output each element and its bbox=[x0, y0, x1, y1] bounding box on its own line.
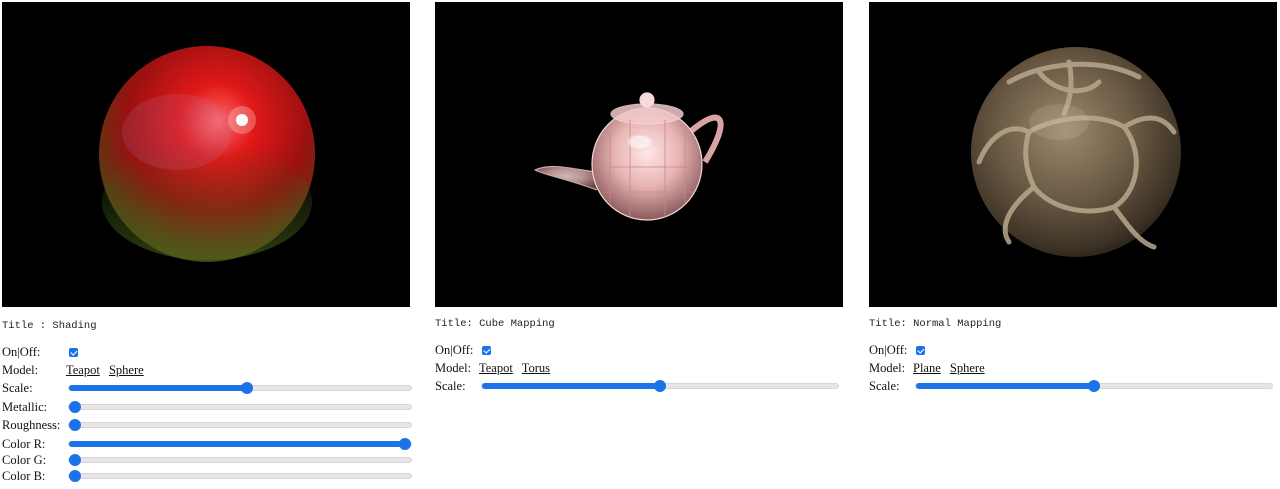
model-links: Plane Sphere bbox=[913, 359, 991, 377]
model-link-sphere[interactable]: Sphere bbox=[950, 361, 985, 375]
slider-thumb[interactable] bbox=[69, 419, 81, 431]
slider-thumb[interactable] bbox=[69, 454, 81, 466]
onoff-checkbox[interactable] bbox=[482, 346, 491, 355]
scale-row: Scale: bbox=[2, 379, 412, 397]
slider-thumb[interactable] bbox=[69, 470, 81, 482]
onoff-row: On|Off: bbox=[2, 343, 412, 361]
color-b-row: Color B: bbox=[2, 467, 412, 485]
color-b-slider[interactable] bbox=[68, 470, 412, 482]
slider-fill bbox=[69, 385, 247, 391]
scale-label: Scale: bbox=[2, 381, 33, 395]
metallic-row: Metallic: bbox=[2, 398, 412, 416]
scale-label: Scale: bbox=[435, 379, 466, 393]
slider-thumb[interactable] bbox=[654, 380, 666, 392]
color-g-slider[interactable] bbox=[68, 454, 412, 466]
metallic-slider[interactable] bbox=[68, 401, 412, 413]
onoff-checkbox[interactable] bbox=[69, 348, 78, 357]
model-row: Model: Teapot Torus bbox=[435, 359, 845, 377]
panel-title: Title : Shading bbox=[2, 320, 97, 332]
slider-thumb[interactable] bbox=[69, 401, 81, 413]
slider-fill bbox=[482, 383, 660, 389]
onoff-row: On|Off: bbox=[869, 341, 1279, 359]
scale-slider[interactable] bbox=[915, 380, 1273, 392]
panel-title: Title: Cube Mapping bbox=[435, 318, 555, 330]
model-link-teapot[interactable]: Teapot bbox=[66, 363, 100, 377]
metallic-label: Metallic: bbox=[2, 400, 48, 414]
roughness-slider[interactable] bbox=[68, 419, 412, 431]
roughness-row: Roughness: bbox=[2, 416, 412, 434]
onoff-label: On|Off: bbox=[869, 343, 908, 357]
model-link-plane[interactable]: Plane bbox=[913, 361, 941, 375]
slider-thumb[interactable] bbox=[399, 438, 411, 450]
render-canvas-normal-mapping[interactable] bbox=[869, 2, 1277, 307]
scale-row: Scale: bbox=[869, 377, 1279, 395]
onoff-checkbox[interactable] bbox=[916, 346, 925, 355]
render-canvas-cube-mapping[interactable] bbox=[435, 2, 843, 307]
panel-title: Title: Normal Mapping bbox=[869, 318, 1002, 330]
scale-slider[interactable] bbox=[68, 382, 412, 394]
onoff-label: On|Off: bbox=[2, 345, 41, 359]
roughness-label: Roughness: bbox=[2, 418, 61, 432]
color-r-slider[interactable] bbox=[68, 438, 412, 450]
scale-slider[interactable] bbox=[481, 380, 839, 392]
render-canvas-shading[interactable] bbox=[2, 2, 410, 307]
model-link-sphere[interactable]: Sphere bbox=[109, 363, 144, 377]
slider-fill bbox=[916, 383, 1094, 389]
model-links: Teapot Sphere bbox=[66, 361, 150, 379]
color-b-label: Color B: bbox=[2, 469, 46, 483]
model-row: Model: Teapot Sphere bbox=[2, 361, 412, 379]
onoff-row: On|Off: bbox=[435, 341, 845, 359]
scale-row: Scale: bbox=[435, 377, 845, 395]
glass-teapot bbox=[533, 92, 724, 221]
model-link-teapot[interactable]: Teapot bbox=[479, 361, 513, 375]
model-label: Model: bbox=[2, 363, 39, 377]
model-row: Model: Plane Sphere bbox=[869, 359, 1279, 377]
onoff-label: On|Off: bbox=[435, 343, 474, 357]
slider-thumb[interactable] bbox=[1088, 380, 1100, 392]
stone-sphere bbox=[971, 47, 1181, 257]
slider-fill bbox=[69, 441, 405, 447]
model-links: Teapot Torus bbox=[479, 359, 556, 377]
scale-label: Scale: bbox=[869, 379, 900, 393]
slider-thumb[interactable] bbox=[240, 382, 253, 394]
model-label: Model: bbox=[435, 361, 472, 375]
model-label: Model: bbox=[869, 361, 906, 375]
model-link-torus[interactable]: Torus bbox=[522, 361, 550, 375]
